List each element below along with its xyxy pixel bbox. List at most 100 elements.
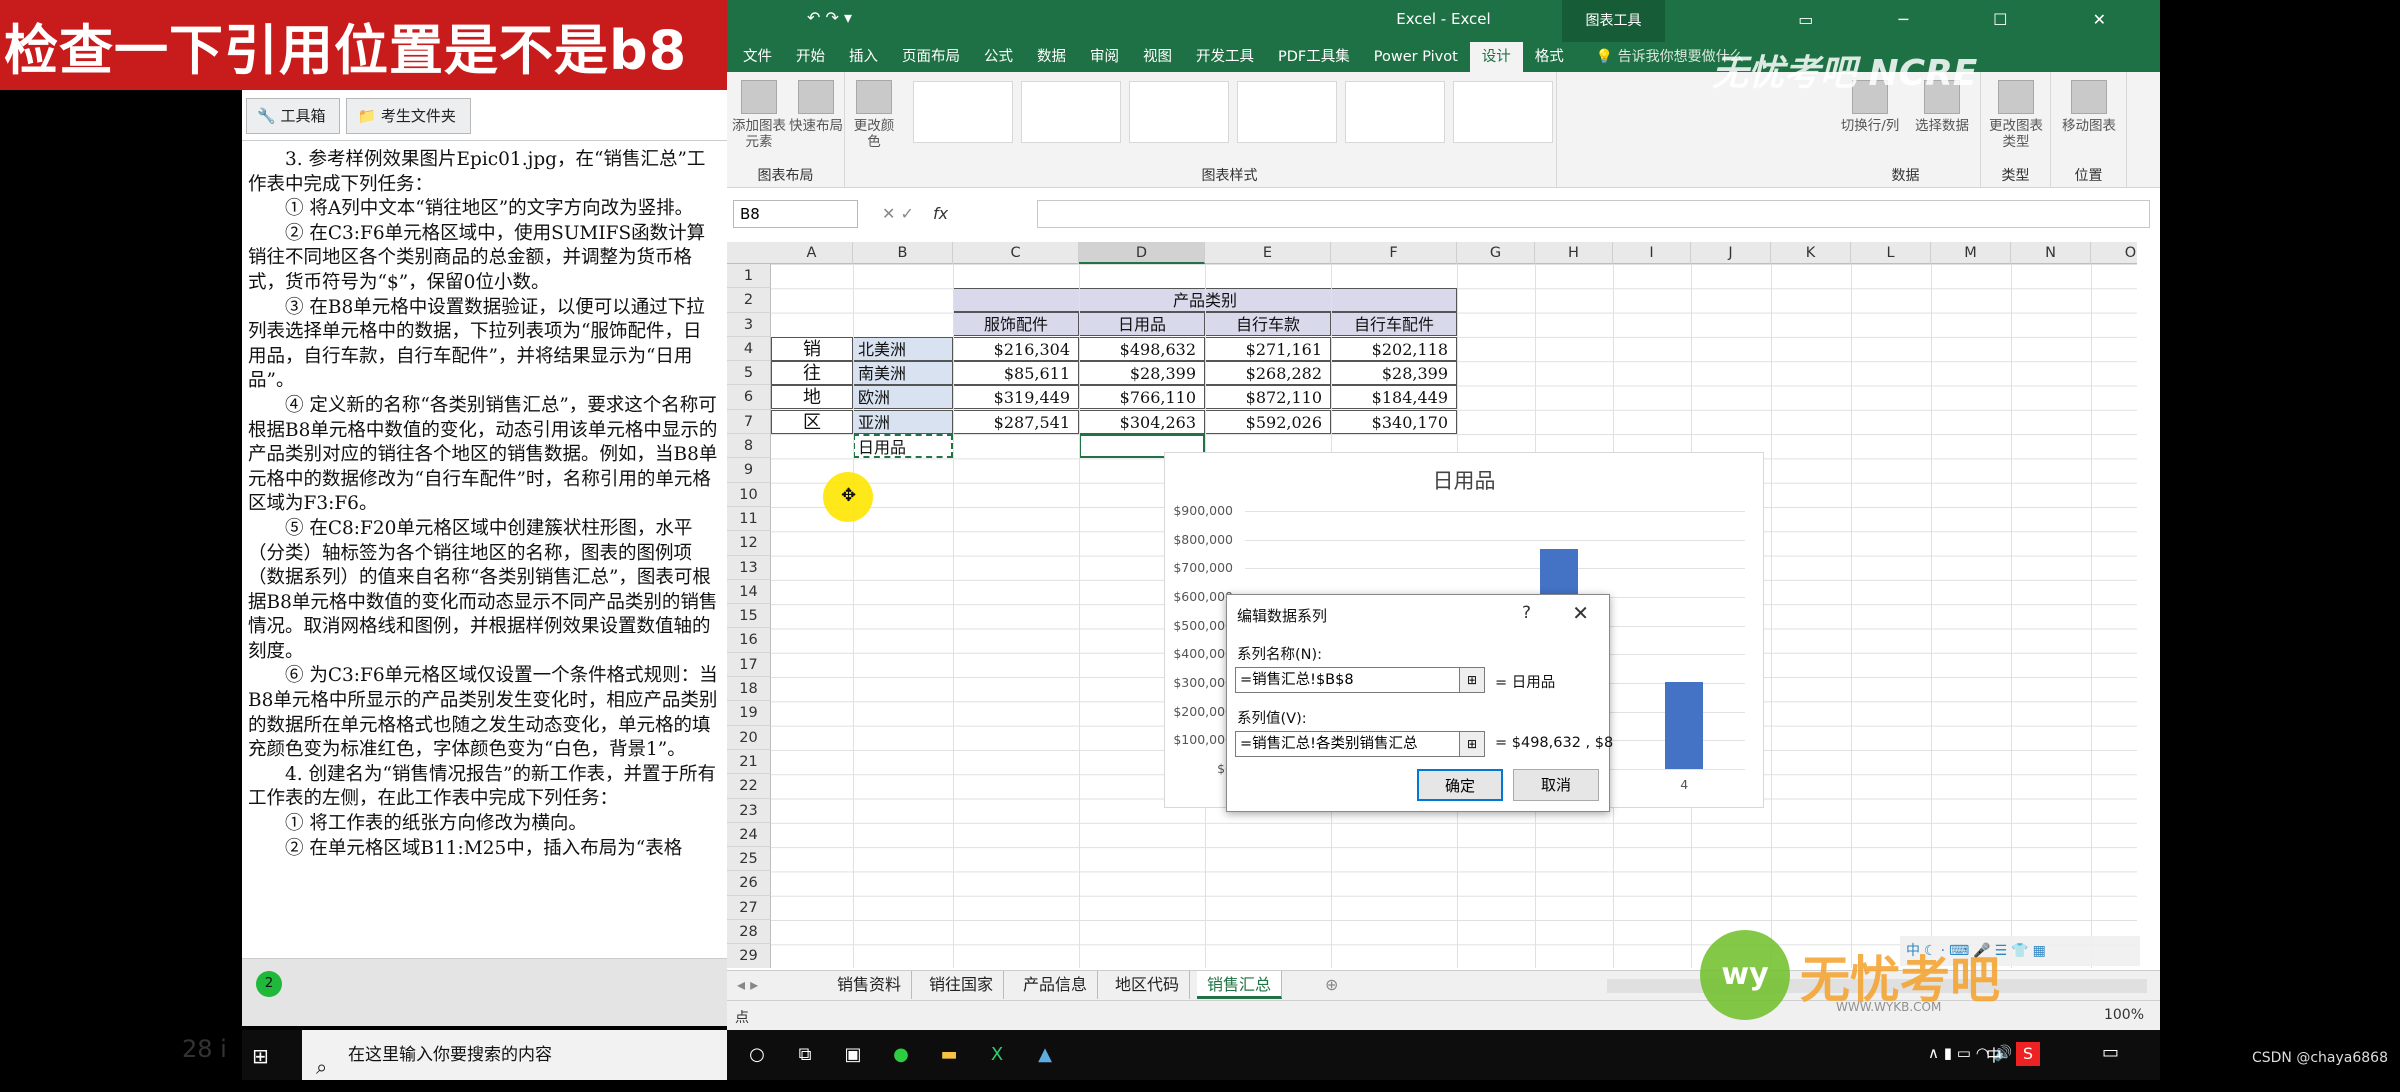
formula-input[interactable] (1037, 200, 2150, 228)
row-header-12[interactable]: 12 (727, 531, 771, 556)
col-header-B[interactable]: B (853, 242, 953, 264)
row-header-24[interactable]: 24 (727, 822, 771, 848)
cortana-icon[interactable]: ○ (742, 1040, 772, 1070)
cell-d2[interactable]: 日用品 (1079, 312, 1205, 337)
sheet-tab-products[interactable]: 产品信息 (1013, 971, 1099, 999)
row-header-10[interactable]: 10 (727, 482, 771, 507)
formula-buttons[interactable]: ✕ ✓ fx (882, 204, 948, 223)
cell-d5[interactable]: $766,110 (1079, 385, 1205, 410)
cell-e5[interactable]: $872,110 (1205, 385, 1331, 410)
row-header-4[interactable]: 4 (727, 336, 771, 362)
cell-e2[interactable]: 自行车款 (1205, 312, 1331, 337)
col-header-K[interactable]: K (1771, 242, 1851, 264)
row-header-11[interactable]: 11 (727, 506, 771, 532)
excel-taskbar-icon[interactable]: X (982, 1040, 1012, 1070)
chart-style-6[interactable] (1453, 81, 1553, 143)
row-header-2[interactable]: 2 (727, 288, 771, 313)
row-header-9[interactable]: 9 (727, 458, 771, 483)
col-header-O[interactable]: O (2091, 242, 2137, 264)
app-icon-1[interactable]: ▣ (838, 1040, 868, 1070)
notification-icon[interactable]: ▭ (2102, 1042, 2119, 1063)
col-header-F[interactable]: F (1331, 242, 1457, 264)
cell-c6[interactable]: $287,541 (953, 410, 1079, 435)
cell-a6[interactable]: 区 (771, 410, 853, 435)
chart-bar[interactable] (1665, 681, 1704, 769)
sheet-tab-countries[interactable]: 销往国家 (919, 971, 1005, 999)
row-header-6[interactable]: 6 (727, 385, 771, 410)
window-controls[interactable]: ▭ ─ ☐ ✕ (1798, 10, 2146, 29)
col-header-N[interactable]: N (2011, 242, 2091, 264)
fx-icon[interactable]: fx (933, 204, 948, 223)
cell-c5[interactable]: $319,449 (953, 385, 1079, 410)
series-name-refedit-icon[interactable]: ⊞ (1459, 667, 1485, 693)
row-header-7[interactable]: 7 (727, 409, 771, 435)
exam-folder-button[interactable]: 📁 考生文件夹 (346, 98, 471, 134)
tab-page-layout[interactable]: 页面布局 (890, 42, 972, 72)
cell-f5[interactable]: $184,449 (1331, 385, 1457, 410)
chart-title[interactable]: 日用品 (1165, 465, 1763, 495)
change-colors-button[interactable]: 更改颜色 (849, 80, 899, 150)
row-header-21[interactable]: 21 (727, 749, 771, 775)
row-header-18[interactable]: 18 (727, 677, 771, 702)
row-header-3[interactable]: 3 (727, 312, 771, 337)
row-header-8[interactable]: 8 (727, 434, 771, 459)
row-header-17[interactable]: 17 (727, 652, 771, 678)
move-chart-button[interactable]: 移动图表 (2055, 80, 2123, 134)
cell-b4[interactable]: 南美洲 (853, 361, 953, 386)
row-header-14[interactable]: 14 (727, 579, 771, 605)
taskbar-ime[interactable]: 中 (1986, 1042, 2002, 1066)
close-icon[interactable]: ✕ (1572, 601, 1589, 625)
wechat-icon[interactable]: ● (886, 1040, 916, 1070)
series-values-input[interactable]: =销售汇总!各类别销售汇总 (1235, 731, 1461, 757)
cell-c2[interactable]: 服饰配件 (953, 312, 1079, 337)
row-header-1[interactable]: 1 (727, 264, 771, 289)
row-header-26[interactable]: 26 (727, 871, 771, 896)
tab-view[interactable]: 视图 (1131, 42, 1184, 72)
col-header-D[interactable]: D (1079, 242, 1205, 264)
tab-design[interactable]: 设计 (1469, 42, 1523, 72)
cell-e6[interactable]: $592,026 (1205, 410, 1331, 435)
cell-a4[interactable]: 往 (771, 361, 853, 386)
row-header-5[interactable]: 5 (727, 361, 771, 386)
cell-c4[interactable]: $85,611 (953, 361, 1079, 386)
cancel-button[interactable]: 取消 (1513, 769, 1599, 801)
cell-b6[interactable]: 亚洲 (853, 410, 953, 435)
tab-power-pivot[interactable]: Power Pivot (1362, 42, 1470, 72)
cell-f2[interactable]: 自行车配件 (1331, 312, 1457, 337)
col-header-E[interactable]: E (1205, 242, 1331, 264)
col-header-H[interactable]: H (1535, 242, 1613, 264)
add-chart-element-button[interactable]: 添加图表元素 (731, 80, 787, 150)
task-view-icon[interactable]: ⧉ (790, 1040, 820, 1070)
add-sheet-icon[interactable]: ⊕ (1325, 975, 1338, 994)
row-header-28[interactable]: 28 (727, 920, 771, 945)
tab-developer[interactable]: 开发工具 (1184, 42, 1266, 72)
row-header-25[interactable]: 25 (727, 847, 771, 872)
row-header-16[interactable]: 16 (727, 628, 771, 653)
chart-style-4[interactable] (1237, 81, 1337, 143)
cell-e3[interactable]: $271,161 (1205, 337, 1331, 362)
cell-b8[interactable]: 日用品 (853, 434, 953, 459)
chart-style-2[interactable] (1021, 81, 1121, 143)
row-header-20[interactable]: 20 (727, 725, 771, 750)
sheet-tab-region-codes[interactable]: 地区代码 (1105, 971, 1191, 999)
row-header-15[interactable]: 15 (727, 604, 771, 629)
cell-e4[interactable]: $268,282 (1205, 361, 1331, 386)
cell-f3[interactable]: $202,118 (1331, 337, 1457, 362)
col-header-G[interactable]: G (1457, 242, 1535, 264)
tab-formulas[interactable]: 公式 (972, 42, 1025, 72)
cell-a3[interactable]: 销 (771, 337, 853, 362)
cell-a5[interactable]: 地 (771, 385, 853, 410)
cell-d4[interactable]: $28,399 (1079, 361, 1205, 386)
quick-layout-button[interactable]: 快速布局 (789, 80, 843, 134)
page-badge[interactable]: 2 (256, 971, 282, 997)
chart-style-1[interactable] (913, 81, 1013, 143)
taskbar-search[interactable]: ⌕ 在这里输入你要搜索的内容 (302, 1030, 727, 1080)
tab-data[interactable]: 数据 (1025, 42, 1078, 72)
ok-button[interactable]: 确定 (1417, 769, 1503, 801)
tab-insert[interactable]: 插入 (837, 42, 890, 72)
change-chart-type-button[interactable]: 更改图表类型 (1985, 80, 2047, 150)
name-box[interactable]: B8 (733, 200, 858, 228)
tab-pdf[interactable]: PDF工具集 (1266, 42, 1362, 72)
tab-format[interactable]: 格式 (1523, 42, 1576, 72)
cell-d6[interactable]: $304,263 (1079, 410, 1205, 435)
